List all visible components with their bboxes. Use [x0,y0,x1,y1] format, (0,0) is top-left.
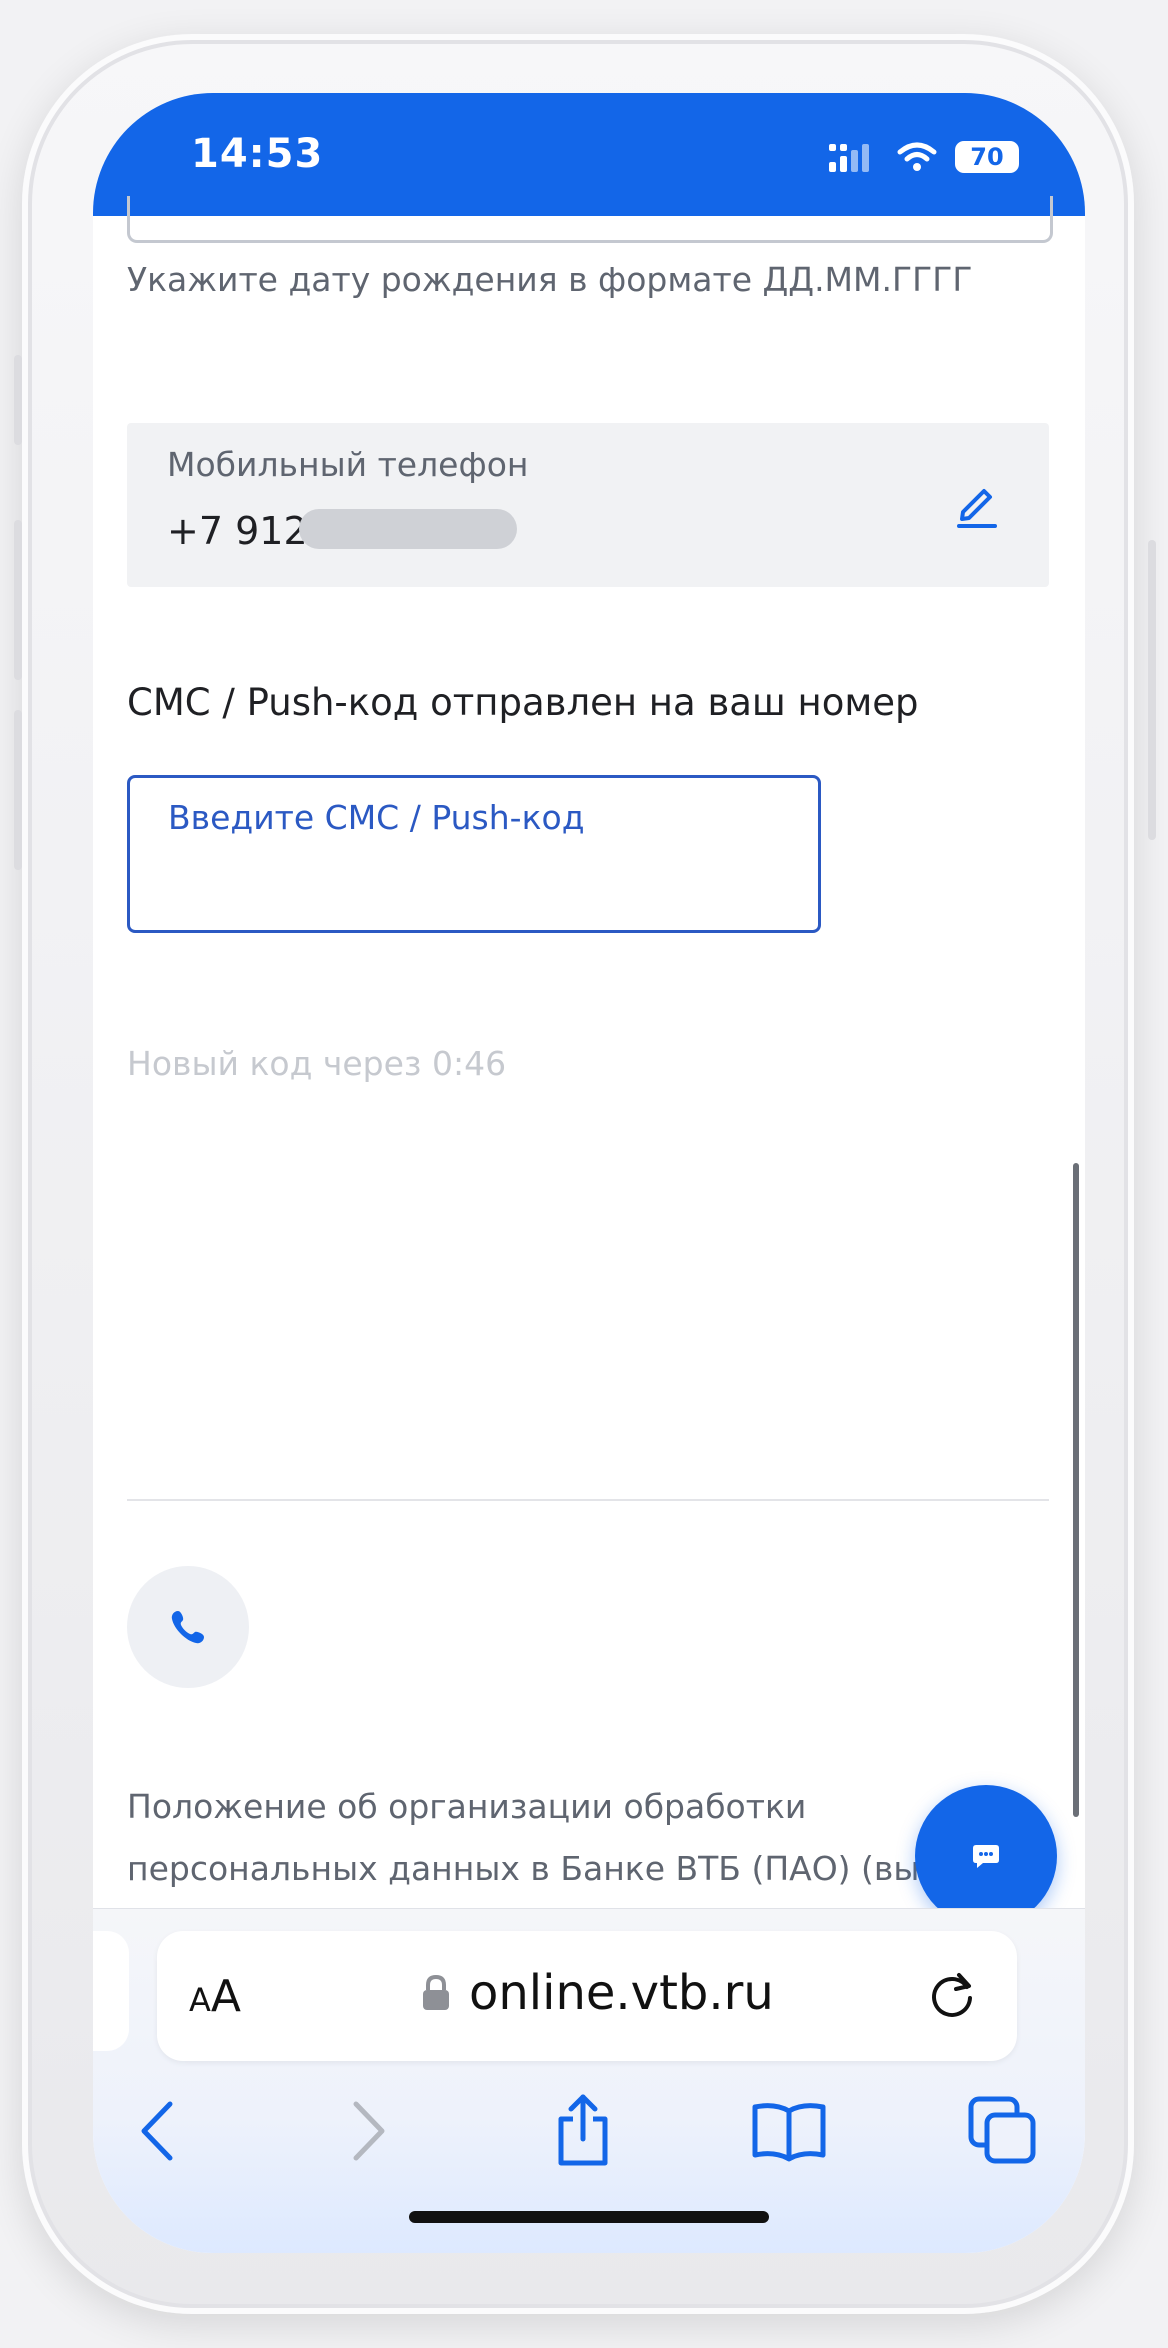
masked-phone-digits [299,509,517,549]
status-time: 14:53 [191,131,324,177]
phone-icon [171,1611,204,1644]
previous-tab-peek[interactable] [93,1931,129,2051]
battery-indicator: 70 [955,141,1019,173]
policy-link[interactable]: Положение об организации обработки персо… [127,1776,1007,1900]
phone-value: +7 912 [167,509,308,553]
resend-timer: Новый код через 0:46 [127,1044,507,1083]
chat-bubble-icon [973,1845,999,1868]
home-indicator[interactable] [409,2211,769,2223]
call-button[interactable] [127,1566,249,1688]
side-button [14,520,22,680]
lock-icon [423,1974,449,2010]
wifi-icon [897,142,937,171]
side-button [1148,540,1156,840]
chat-button[interactable] [915,1785,1057,1927]
sms-code-placeholder: Введите СМС / Push-код [168,798,585,837]
policy-line-2: персональных данных в Банке ВТБ (ПАО) (в… [127,1849,920,1888]
url-display[interactable]: online.vtb.ru [421,1965,774,2021]
birthdate-input[interactable] [127,196,1053,243]
status-icons: 70 [829,141,1019,173]
phone-screen: 14:53 70 Укажите дату рождения в формате… [93,93,1085,2253]
page-scrollbar[interactable] [1073,1163,1079,1817]
back-icon[interactable] [117,2091,197,2171]
side-button [14,710,22,870]
divider [127,1499,1049,1501]
policy-line-1: Положение об организации обработки [127,1787,807,1826]
tabs-icon[interactable] [963,2091,1043,2171]
sms-code-input[interactable]: Введите СМС / Push-код [127,775,821,933]
browser-toolbar [93,2079,1085,2179]
side-button [14,355,22,445]
signal-icon [829,144,869,172]
browser-chrome: AA online.vtb.ru [93,1908,1085,2253]
pencil-icon[interactable] [951,478,1003,530]
text-size-button[interactable]: AA [189,1971,241,2022]
phone-card: Мобильный телефон +7 912 [127,423,1049,587]
sms-title: СМС / Push-код отправлен на ваш номер [127,681,919,724]
bookmarks-icon[interactable] [749,2091,829,2171]
url-text: online.vtb.ru [469,1965,774,2021]
address-bar[interactable]: AA online.vtb.ru [157,1931,1017,2061]
phone-label: Мобильный телефон [167,445,529,484]
forward-icon[interactable] [329,2091,409,2171]
reload-icon[interactable] [923,1967,981,2025]
birthdate-hint: Укажите дату рождения в формате ДД.ММ.ГГ… [127,260,973,299]
share-icon[interactable] [543,2091,623,2171]
